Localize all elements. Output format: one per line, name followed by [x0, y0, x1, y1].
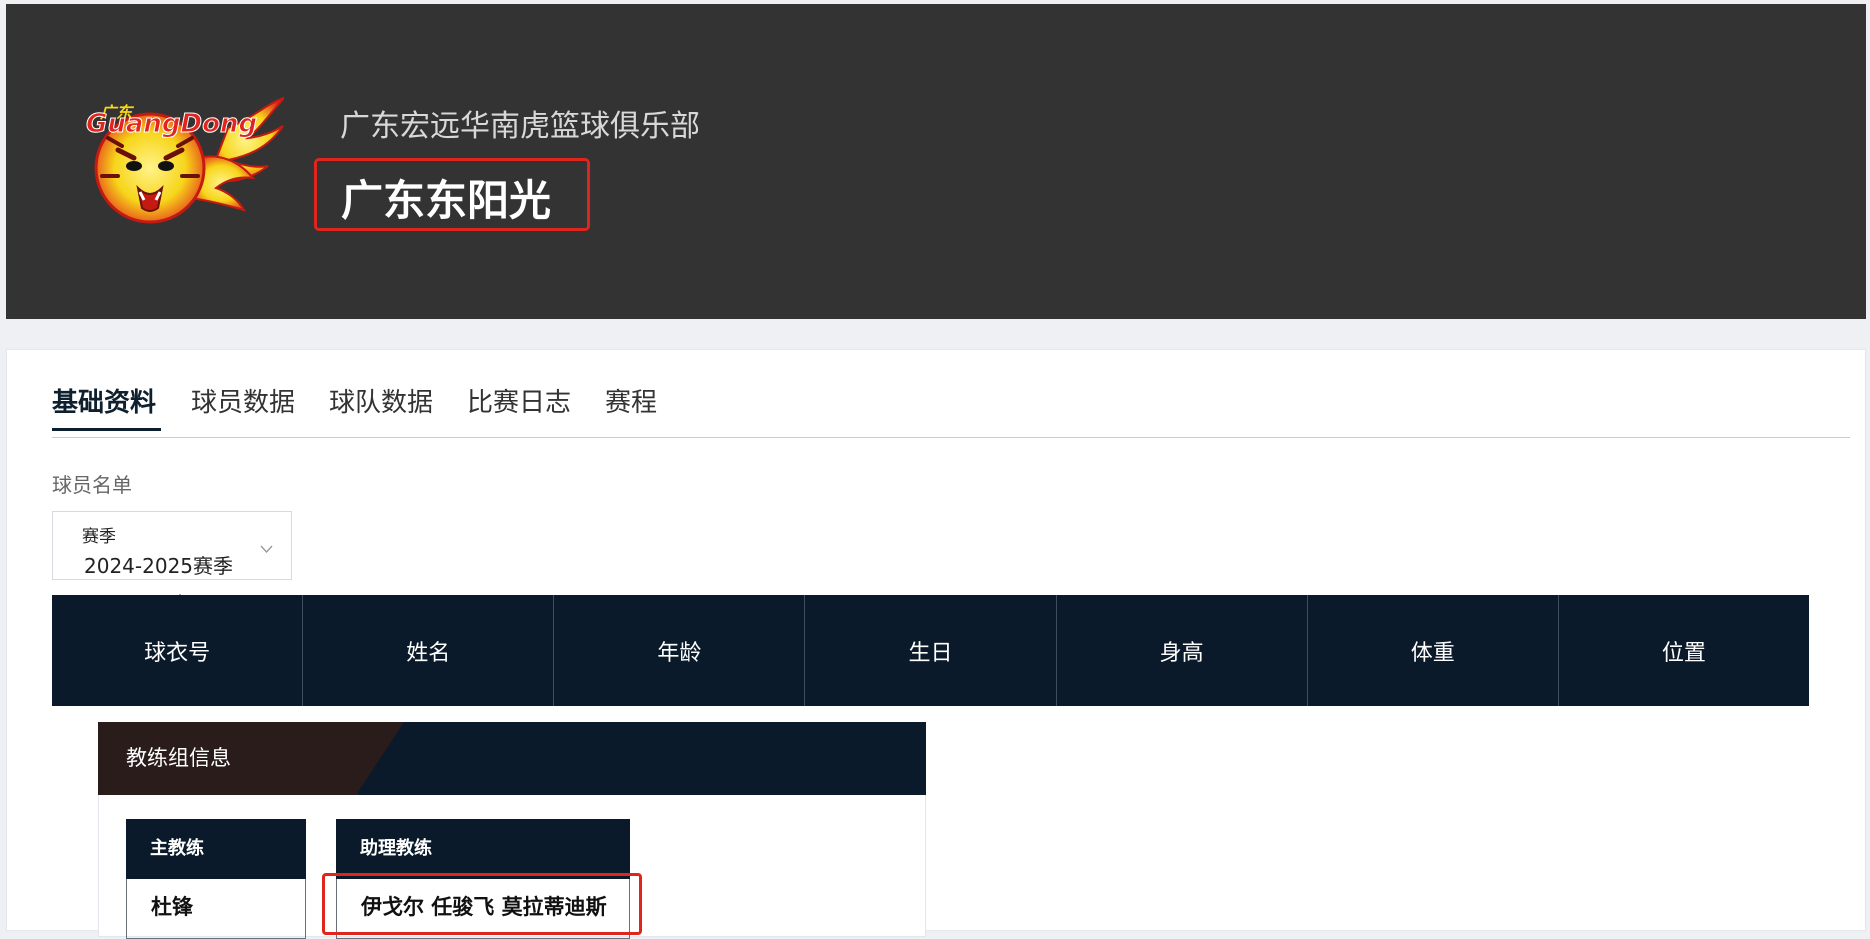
tab-schedule[interactable]: 赛程 — [605, 382, 657, 419]
header-accent-slant — [356, 722, 404, 795]
tab-basic-info[interactable]: 基础资料 — [52, 382, 156, 419]
season-select[interactable]: 赛季 2024-2025赛季 — [52, 511, 292, 580]
column-header-position[interactable]: 位置 — [1559, 595, 1809, 706]
roster-section-label: 球员名单 — [52, 473, 132, 497]
team-header — [6, 4, 1866, 319]
column-header-jersey[interactable]: 球衣号 — [52, 595, 304, 706]
assistant-coach-label: 助理教练 — [336, 819, 630, 879]
head-coach-name[interactable]: 杜锋 — [126, 879, 306, 939]
tab-game-log[interactable]: 比赛日志 — [467, 382, 571, 419]
chevron-down-icon — [260, 545, 273, 553]
tab-player-stats[interactable]: 球员数据 — [191, 382, 295, 419]
head-coach-label: 主教练 — [126, 819, 306, 879]
tab-team-stats[interactable]: 球队数据 — [329, 382, 433, 419]
active-tab-indicator — [52, 428, 161, 431]
column-header-height[interactable]: 身高 — [1057, 595, 1308, 706]
coaching-staff-header: 教练组信息 — [98, 722, 926, 795]
team-name: 广东东阳光 — [341, 176, 552, 225]
column-header-age[interactable]: 年龄 — [554, 595, 806, 706]
assistant-coach-highlight — [322, 873, 642, 935]
logo-wordmark: GuangDong — [86, 109, 257, 139]
club-name: 广东宏远华南虎篮球俱乐部 — [340, 109, 700, 144]
column-header-birthday[interactable]: 生日 — [805, 595, 1057, 706]
tab-bar: 基础资料 球员数据 球队数据 比赛日志 赛程 — [52, 378, 1850, 438]
coaching-staff-title: 教练组信息 — [126, 746, 231, 770]
season-select-value: 2024-2025赛季 — [84, 554, 234, 578]
roster-table-header: 球衣号 姓名 年龄 生日 身高 体重 位置 — [52, 595, 1809, 706]
season-select-title: 赛季 — [82, 527, 116, 547]
head-coach-column: 主教练 杜锋 — [126, 819, 306, 939]
team-logo: 广东 GuangDong — [86, 96, 284, 224]
column-header-name[interactable]: 姓名 — [303, 595, 555, 706]
column-header-weight[interactable]: 体重 — [1308, 595, 1559, 706]
